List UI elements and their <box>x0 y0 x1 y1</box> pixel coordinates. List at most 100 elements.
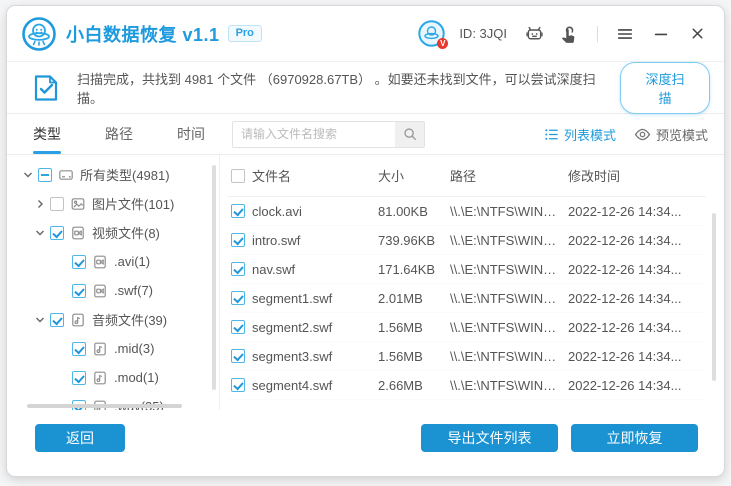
table-row[interactable]: segment3.swf 1.56MB \\.\E:\NTFS\WIND... … <box>228 342 706 371</box>
video-file-icon <box>70 225 86 241</box>
file-table: 文件名 大小 路径 修改时间 clock.avi 81.00KB \\.\E:\… <box>220 155 724 410</box>
column-header-path[interactable]: 路径 <box>450 166 568 185</box>
row-checkbox[interactable] <box>231 204 245 218</box>
file-size: 1.56MB <box>378 349 450 364</box>
preview-mode-toggle[interactable]: 预览模式 <box>634 125 708 144</box>
checkbox-checked[interactable] <box>50 226 64 240</box>
chevron-down-icon[interactable] <box>20 170 35 180</box>
file-path: \\.\E:\NTFS\WIND... <box>450 349 568 364</box>
file-path: \\.\E:\NTFS\WIND... <box>450 262 568 277</box>
tree-item-avi[interactable]: .avi(1) <box>7 247 219 276</box>
app-logo-icon <box>21 16 57 52</box>
image-file-icon <box>70 196 86 212</box>
video-file-icon <box>92 254 108 270</box>
file-modified: 2022-12-26 14:34... <box>568 291 706 306</box>
tree-item-label: 视频文件(8) <box>92 223 160 242</box>
tree-item-label: .mod(1) <box>114 370 159 385</box>
scan-complete-icon <box>31 73 61 103</box>
chevron-right-icon[interactable] <box>32 199 47 209</box>
table-row[interactable]: intro.swf 739.96KB \\.\E:\NTFS\WIND... 2… <box>228 226 706 255</box>
file-size: 1.56MB <box>378 320 450 335</box>
row-checkbox[interactable] <box>231 262 245 276</box>
tree-item-label: 音频文件(39) <box>92 310 167 329</box>
checkbox-checked[interactable] <box>50 313 64 327</box>
search-input[interactable] <box>232 121 395 148</box>
row-checkbox[interactable] <box>231 291 245 305</box>
tab-type[interactable]: 类型 <box>33 114 61 154</box>
chevron-down-icon[interactable] <box>32 315 47 325</box>
checkbox-unchecked[interactable] <box>50 197 64 211</box>
close-button[interactable] <box>686 23 708 45</box>
file-path: \\.\E:\NTFS\WIND... <box>450 204 568 219</box>
touch-guide-icon[interactable] <box>559 23 581 45</box>
table-row[interactable]: nav.swf 171.64KB \\.\E:\NTFS\WIND... 202… <box>228 255 706 284</box>
file-size: 81.00KB <box>378 204 450 219</box>
column-header-modified[interactable]: 修改时间 <box>568 166 706 185</box>
column-header-name[interactable]: 文件名 <box>252 166 378 185</box>
user-id: ID: 3JQI <box>459 26 507 41</box>
file-type-tree: 所有类型(4981) 图片文件(101) 视频文件(8) .avi(1) <box>7 155 220 410</box>
tree-item-videos[interactable]: 视频文件(8) <box>7 218 219 247</box>
minimize-button[interactable] <box>650 23 672 45</box>
preview-mode-label: 预览模式 <box>656 125 708 144</box>
file-path: \\.\E:\NTFS\WIND... <box>450 320 568 335</box>
back-button[interactable]: 返回 <box>35 424 125 452</box>
row-checkbox[interactable] <box>231 320 245 334</box>
tree-vertical-scrollbar[interactable] <box>212 165 216 390</box>
table-header-row: 文件名 大小 路径 修改时间 <box>228 155 706 197</box>
tab-path[interactable]: 路径 <box>105 114 133 154</box>
divider <box>597 26 598 42</box>
file-size: 739.96KB <box>378 233 450 248</box>
chevron-down-icon[interactable] <box>32 228 47 238</box>
table-row[interactable]: clock.avi 81.00KB \\.\E:\NTFS\WIND... 20… <box>228 197 706 226</box>
tree-item-label: .avi(1) <box>114 254 150 269</box>
row-checkbox[interactable] <box>231 378 245 392</box>
robot-service-icon[interactable] <box>523 23 545 45</box>
table-row[interactable]: segment2.swf 1.56MB \\.\E:\NTFS\WIND... … <box>228 313 706 342</box>
list-mode-toggle[interactable]: 列表模式 <box>544 125 616 144</box>
checkbox-checked[interactable] <box>72 255 86 269</box>
table-vertical-scrollbar[interactable] <box>712 213 716 381</box>
tree-item-mod[interactable]: .mod(1) <box>7 363 219 392</box>
scan-message: 扫描完成，共找到 4981 个文件 （6970928.67TB） 。如要还未找到… <box>77 69 620 107</box>
select-all-checkbox[interactable] <box>231 169 245 183</box>
file-path: \\.\E:\NTFS\WIND... <box>450 291 568 306</box>
table-row[interactable]: segment4.swf 2.66MB \\.\E:\NTFS\WIND... … <box>228 371 706 400</box>
checkbox-indeterminate[interactable] <box>38 168 52 182</box>
audio-file-icon <box>92 341 108 357</box>
pro-badge: Pro <box>228 25 262 42</box>
app-title: 小白数据恢复 v1.1 <box>66 21 220 47</box>
file-modified: 2022-12-26 14:34... <box>568 320 706 335</box>
tree-item-audio[interactable]: 音频文件(39) <box>7 305 219 334</box>
checkbox-checked[interactable] <box>72 342 86 356</box>
file-modified: 2022-12-26 14:34... <box>568 349 706 364</box>
file-name: intro.swf <box>252 233 378 248</box>
user-avatar[interactable]: V <box>418 20 445 47</box>
tree-item-all-types[interactable]: 所有类型(4981) <box>7 160 219 189</box>
tree-horizontal-scrollbar[interactable] <box>27 404 182 408</box>
search-icon[interactable] <box>395 121 425 148</box>
tree-item-swf[interactable]: .swf(7) <box>7 276 219 305</box>
file-name: segment1.swf <box>252 291 378 306</box>
table-row[interactable]: segment1.swf 2.01MB \\.\E:\NTFS\WIND... … <box>228 284 706 313</box>
file-modified: 2022-12-26 14:34... <box>568 378 706 393</box>
file-size: 171.64KB <box>378 262 450 277</box>
audio-file-icon <box>70 312 86 328</box>
checkbox-checked[interactable] <box>72 284 86 298</box>
hamburger-menu-icon[interactable] <box>614 23 636 45</box>
row-checkbox[interactable] <box>231 233 245 247</box>
file-name: nav.swf <box>252 262 378 277</box>
deep-scan-button[interactable]: 深度扫描 <box>620 62 710 114</box>
main-content: 所有类型(4981) 图片文件(101) 视频文件(8) .avi(1) <box>7 155 724 410</box>
checkbox-checked[interactable] <box>72 371 86 385</box>
row-checkbox[interactable] <box>231 349 245 363</box>
tree-item-images[interactable]: 图片文件(101) <box>7 189 219 218</box>
list-icon <box>544 127 559 142</box>
tab-time[interactable]: 时间 <box>177 114 205 154</box>
export-file-list-button[interactable]: 导出文件列表 <box>421 424 558 452</box>
column-header-size[interactable]: 大小 <box>378 166 450 185</box>
recover-now-button[interactable]: 立即恢复 <box>571 424 698 452</box>
tree-item-label: 图片文件(101) <box>92 194 174 213</box>
tree-item-label: .mid(3) <box>114 341 154 356</box>
tree-item-mid[interactable]: .mid(3) <box>7 334 219 363</box>
